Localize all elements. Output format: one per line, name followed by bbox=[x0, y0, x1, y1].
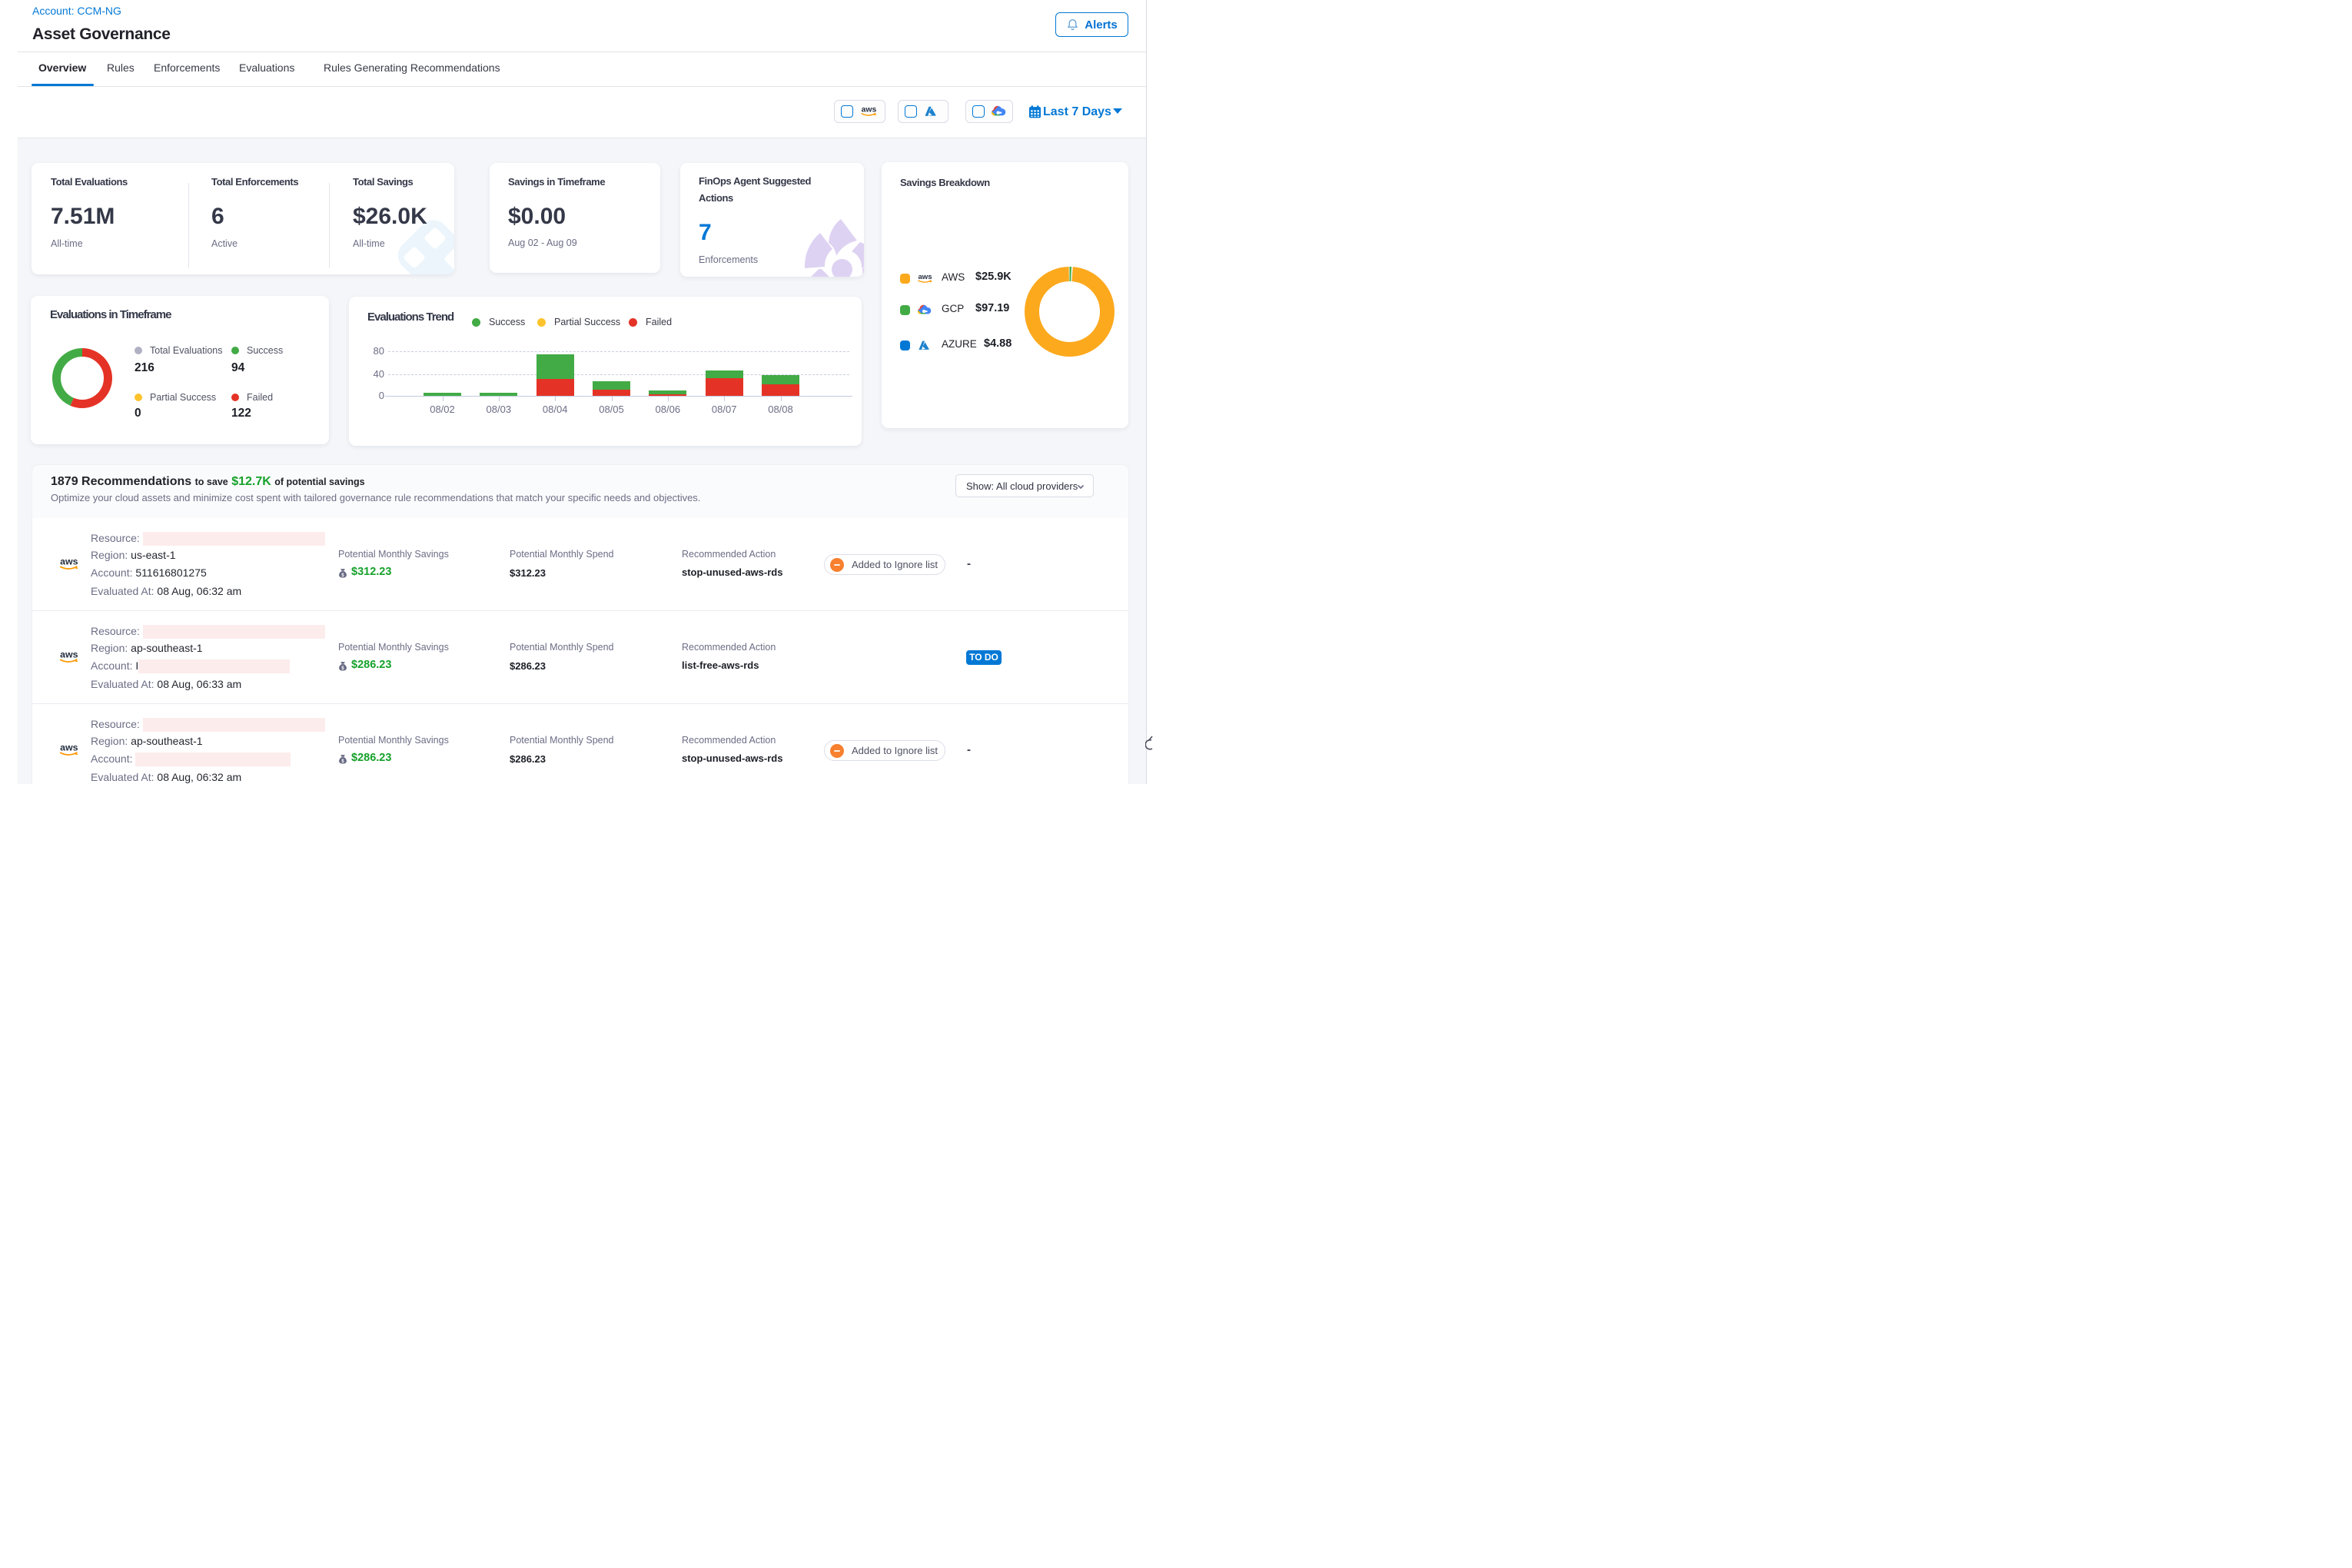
svg-text:aws: aws bbox=[862, 106, 877, 115]
svg-text:aws: aws bbox=[918, 273, 932, 281]
